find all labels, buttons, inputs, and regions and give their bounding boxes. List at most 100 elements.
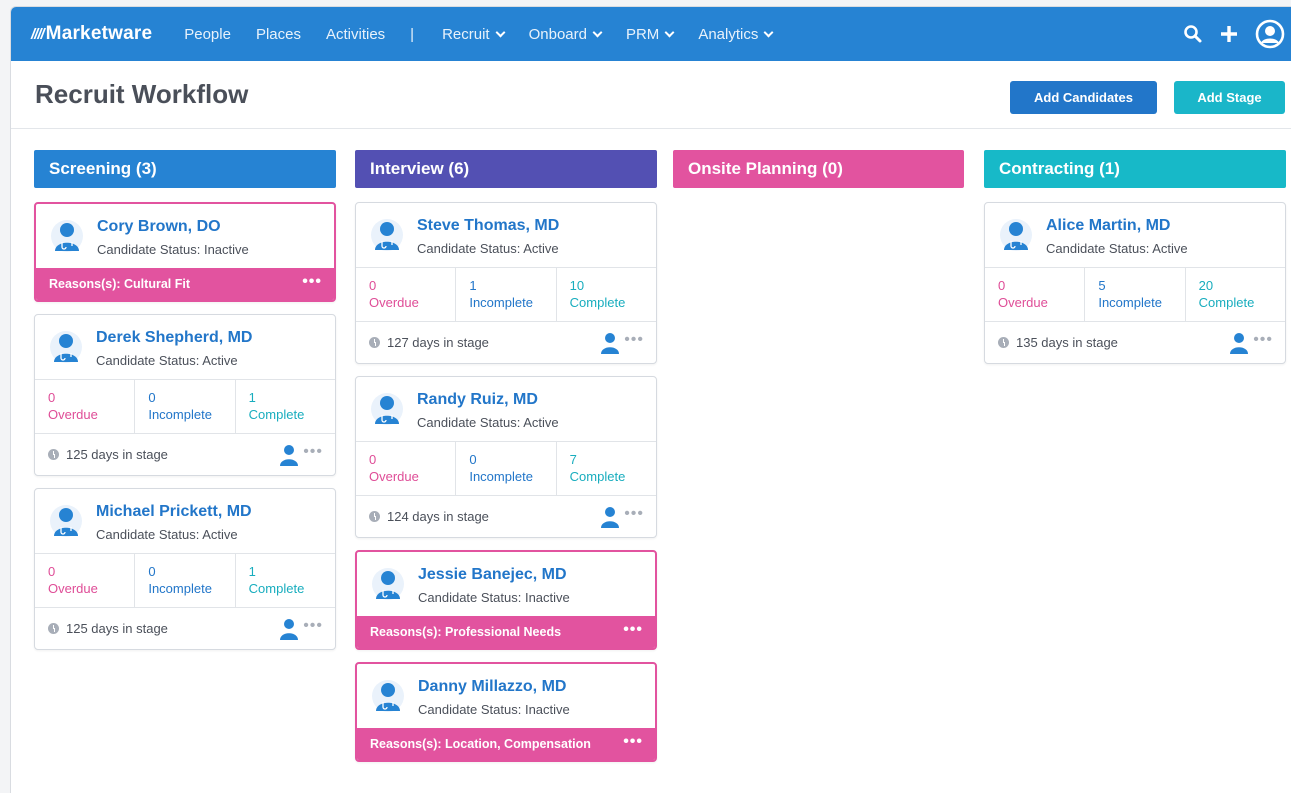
- candidate-name[interactable]: Randy Ruiz, MD: [417, 391, 538, 409]
- card-footer: 124 days in stage •••: [356, 495, 656, 537]
- nav-menu-recruit[interactable]: Recruit: [442, 25, 506, 43]
- stage-header-contracting[interactable]: Contracting (1): [984, 150, 1286, 188]
- candidate-name[interactable]: Danny Millazzo, MD: [418, 678, 566, 696]
- card-header: Jessie Banejec, MD Candidate Status: Ina…: [357, 552, 655, 616]
- candidate-name[interactable]: Michael Prickett, MD: [96, 503, 252, 521]
- overdue-count: 0: [48, 390, 56, 405]
- complete-stat[interactable]: 1 Complete: [236, 554, 335, 607]
- task-stats: 0 Overdue 0 Incomplete 1 Complete: [35, 379, 335, 433]
- nav-menu-analytics[interactable]: Analytics: [698, 25, 774, 43]
- incomplete-count: 0: [469, 452, 477, 467]
- nav-link-activities[interactable]: Activities: [326, 26, 385, 43]
- add-stage-button[interactable]: Add Stage: [1174, 81, 1285, 114]
- incomplete-stat[interactable]: 0 Incomplete: [135, 554, 236, 607]
- candidate-status: Candidate Status: Inactive: [97, 242, 249, 257]
- incomplete-stat[interactable]: 0 Incomplete: [456, 442, 557, 495]
- app-window: //// Marketware People Places Activities…: [10, 6, 1291, 793]
- incomplete-label: Incomplete: [469, 295, 533, 310]
- candidate-name[interactable]: Cory Brown, DO: [97, 218, 221, 236]
- candidate-name[interactable]: Jessie Banejec, MD: [418, 566, 567, 584]
- complete-count: 10: [569, 278, 585, 293]
- more-icon[interactable]: •••: [623, 733, 643, 751]
- complete-label: Complete: [569, 469, 626, 484]
- candidate-name[interactable]: Derek Shepherd, MD: [96, 329, 252, 347]
- assignee-icon[interactable]: [600, 506, 620, 531]
- clock-icon: [369, 337, 380, 348]
- candidate-card[interactable]: Cory Brown, DO Candidate Status: Inactiv…: [34, 202, 336, 302]
- nav-menu-label: Recruit: [442, 25, 490, 43]
- days-in-stage: 127 days in stage: [387, 335, 489, 350]
- candidate-card[interactable]: Michael Prickett, MD Candidate Status: A…: [34, 488, 336, 650]
- header-actions: Add Candidates Add Stage: [1010, 81, 1285, 114]
- assignee-icon[interactable]: [600, 332, 620, 357]
- candidate-status: Candidate Status: Active: [417, 415, 559, 430]
- candidate-name[interactable]: Alice Martin, MD: [1046, 217, 1170, 235]
- days-in-stage: 125 days in stage: [66, 621, 168, 636]
- incomplete-label: Incomplete: [1098, 295, 1162, 310]
- logo[interactable]: //// Marketware: [31, 23, 152, 45]
- page-header: Recruit Workflow Add Candidates Add Stag…: [11, 61, 1291, 129]
- chevron-down-icon: [664, 27, 675, 37]
- nav-menu-label: Onboard: [528, 25, 587, 43]
- candidate-card[interactable]: Danny Millazzo, MD Candidate Status: Ina…: [355, 662, 657, 762]
- complete-stat[interactable]: 10 Complete: [557, 268, 656, 321]
- complete-stat[interactable]: 20 Complete: [1186, 268, 1285, 321]
- more-icon[interactable]: •••: [1253, 331, 1273, 349]
- card-header: Cory Brown, DO Candidate Status: Inactiv…: [36, 204, 334, 268]
- doctor-avatar-icon: [1000, 219, 1032, 251]
- stage-header-interview[interactable]: Interview (6): [355, 150, 657, 188]
- assignee-icon[interactable]: [279, 444, 299, 469]
- overdue-stat[interactable]: 0 Overdue: [35, 554, 136, 607]
- assignee-icon[interactable]: [1229, 332, 1249, 357]
- incomplete-stat[interactable]: 0 Incomplete: [135, 380, 236, 433]
- complete-stat[interactable]: 1 Complete: [236, 380, 335, 433]
- task-stats: 0 Overdue 0 Incomplete 1 Complete: [35, 553, 335, 607]
- user-account-icon[interactable]: [1255, 19, 1285, 49]
- reason-bar: Reasons(s): Professional Needs •••: [357, 616, 655, 648]
- candidate-status: Candidate Status: Active: [96, 353, 238, 368]
- reason-text: Reasons(s): Location, Compensation: [370, 737, 591, 751]
- days-in-stage: 135 days in stage: [1016, 335, 1118, 350]
- nav-menu-label: Analytics: [698, 25, 759, 43]
- more-icon[interactable]: •••: [302, 273, 322, 291]
- incomplete-count: 0: [148, 564, 156, 579]
- stage-header-onsite-planning[interactable]: Onsite Planning (0): [673, 150, 964, 188]
- stage-header-screening[interactable]: Screening (3): [34, 150, 336, 188]
- more-icon[interactable]: •••: [303, 617, 323, 635]
- overdue-stat[interactable]: 0 Overdue: [35, 380, 136, 433]
- overdue-label: Overdue: [48, 407, 98, 422]
- incomplete-count: 0: [148, 390, 156, 405]
- doctor-avatar-icon: [51, 220, 83, 252]
- card-header: Danny Millazzo, MD Candidate Status: Ina…: [357, 664, 655, 728]
- task-stats: 0 Overdue 0 Incomplete 7 Complete: [356, 441, 656, 495]
- assignee-icon[interactable]: [279, 618, 299, 643]
- incomplete-count: 5: [1098, 278, 1106, 293]
- more-icon[interactable]: •••: [623, 621, 643, 639]
- overdue-stat[interactable]: 0 Overdue: [356, 442, 457, 495]
- add-candidates-button[interactable]: Add Candidates: [1010, 81, 1157, 114]
- overdue-count: 0: [998, 278, 1006, 293]
- complete-stat[interactable]: 7 Complete: [557, 442, 656, 495]
- candidate-card[interactable]: Jessie Banejec, MD Candidate Status: Ina…: [355, 550, 657, 650]
- overdue-stat[interactable]: 0 Overdue: [985, 268, 1086, 321]
- more-icon[interactable]: •••: [624, 331, 644, 349]
- search-icon[interactable]: [1183, 24, 1203, 44]
- incomplete-stat[interactable]: 5 Incomplete: [1085, 268, 1186, 321]
- nav-link-people[interactable]: People: [184, 26, 231, 43]
- candidate-card[interactable]: Randy Ruiz, MD Candidate Status: Active …: [355, 376, 657, 538]
- candidate-card[interactable]: Steve Thomas, MD Candidate Status: Activ…: [355, 202, 657, 364]
- add-icon[interactable]: [1219, 24, 1239, 44]
- overdue-label: Overdue: [48, 581, 98, 596]
- candidate-name[interactable]: Steve Thomas, MD: [417, 217, 559, 235]
- nav-menu-onboard[interactable]: Onboard: [528, 25, 603, 43]
- candidate-status: Candidate Status: Inactive: [418, 590, 570, 605]
- more-icon[interactable]: •••: [303, 443, 323, 461]
- nav-menu-prm[interactable]: PRM: [626, 26, 675, 43]
- incomplete-stat[interactable]: 1 Incomplete: [456, 268, 557, 321]
- overdue-stat[interactable]: 0 Overdue: [356, 268, 457, 321]
- candidate-card[interactable]: Alice Martin, MD Candidate Status: Activ…: [984, 202, 1286, 364]
- nav-link-places[interactable]: Places: [256, 26, 301, 43]
- more-icon[interactable]: •••: [624, 505, 644, 523]
- candidate-card[interactable]: Derek Shepherd, MD Candidate Status: Act…: [34, 314, 336, 476]
- chevron-down-icon: [763, 27, 774, 37]
